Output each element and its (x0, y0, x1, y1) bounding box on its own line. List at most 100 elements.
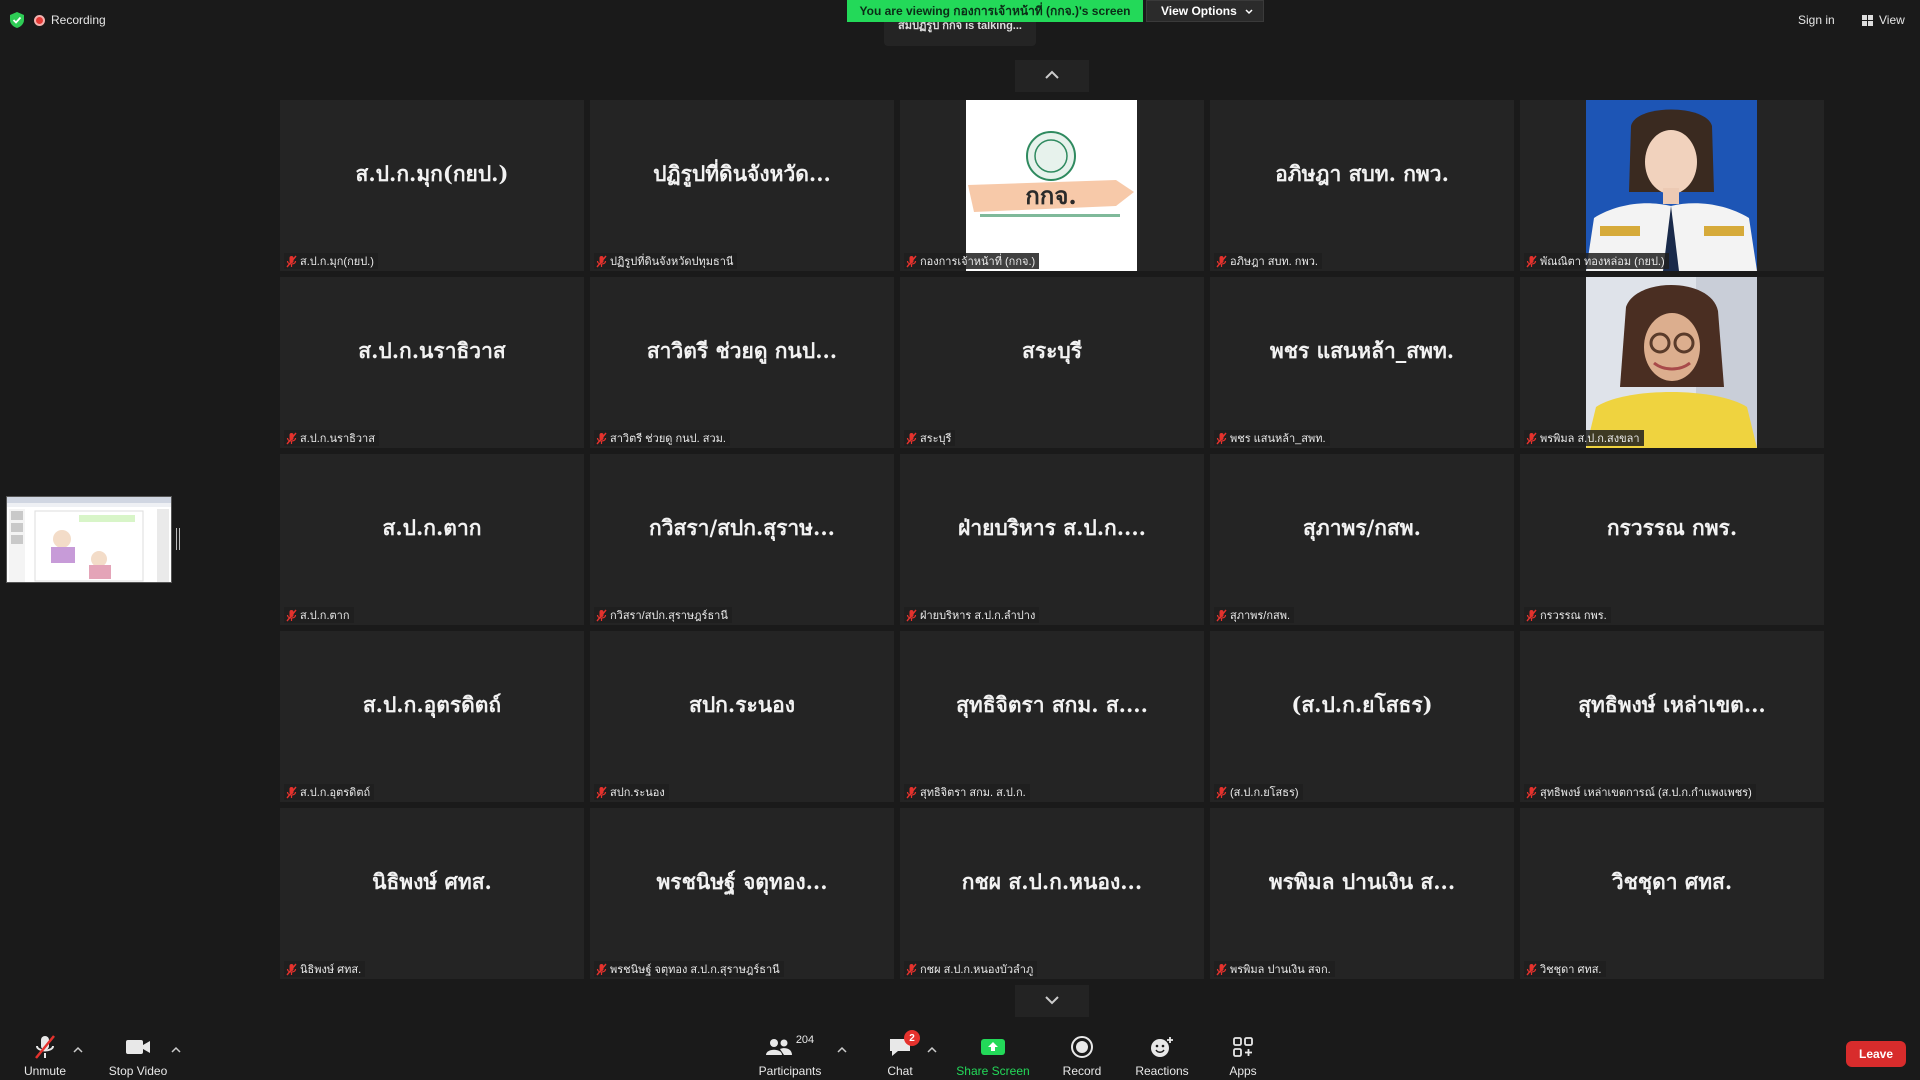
participant-display-name: กชผ ส.ป.ก.หนอง... (961, 869, 1143, 894)
shield-icon[interactable] (10, 12, 24, 28)
participant-tile[interactable]: สุทธิจิตรา สกม. ส.... สุทธิจิตรา สกม. ส.ป… (900, 631, 1204, 802)
participant-tile[interactable]: สระบุรี สระบุรี (900, 277, 1204, 448)
participants-icon-group: 204 (765, 1034, 815, 1060)
participant-tile[interactable]: พัณณิตา ทองหล่อม (กยป.) (1520, 100, 1824, 271)
participant-tile[interactable]: สุทธิพงษ์ เหล่าเขต... สุทธิพงษ์ เหล่าเขตก… (1520, 631, 1824, 802)
participant-name-label: ปฏิรูปที่ดินจังหวัดปทุมธานี (594, 253, 738, 269)
leave-button[interactable]: Leave (1846, 1041, 1906, 1067)
participants-button[interactable]: 204 Participants (756, 1030, 824, 1078)
organization-logo-image: กกจ. (966, 100, 1137, 271)
view-options-button[interactable]: View Options (1146, 0, 1264, 22)
microphone-muted-icon (906, 432, 917, 445)
thumbnail-resize-handle[interactable] (176, 528, 180, 550)
participant-tile[interactable]: ส.ป.ก.ตาก ส.ป.ก.ตาก (280, 454, 584, 625)
stop-video-label: Stop Video (108, 1064, 168, 1078)
participant-display-name: ฝ่ายบริหาร ส.ป.ก.... (958, 515, 1146, 540)
record-button[interactable]: Record (1060, 1030, 1104, 1078)
reactions-button[interactable]: Reactions (1134, 1030, 1190, 1078)
page-down-button[interactable] (1015, 985, 1089, 1017)
participant-tile[interactable]: กวิสรา/สปก.สุราษ... กวิสรา/สปก.สุราษฎร์ธา… (590, 454, 894, 625)
participant-name: พรชนิษฐ์ จตุทอง ส.ป.ก.สุราษฎร์ธานี (610, 964, 780, 976)
view-button[interactable]: View (1862, 10, 1905, 30)
microphone-muted-icon (33, 1034, 57, 1060)
sign-in-label: Sign in (1798, 13, 1835, 27)
participant-tile[interactable]: พรชนิษฐ์ จตุทอง... พรชนิษฐ์ จตุทอง ส.ป.ก.… (590, 808, 894, 979)
participant-tile[interactable]: พชร แสนหล้า_สพท. พชร แสนหล้า_สพท. (1210, 277, 1514, 448)
participant-tile[interactable]: ปฏิรูปที่ดินจังหวัด... ปฏิรูปที่ดินจังหวั… (590, 100, 894, 271)
stop-video-button[interactable]: Stop Video (106, 1030, 170, 1078)
microphone-muted-icon (286, 432, 297, 445)
participants-options-caret[interactable] (836, 1040, 848, 1053)
chevron-up-icon (837, 1040, 847, 1053)
participant-display-name: ส.ป.ก.อุตรดิตถ์ (362, 692, 502, 717)
participant-name-label: พรพิมล ปานเงิน สจก. (1214, 961, 1335, 977)
view-options-label: View Options (1161, 4, 1237, 18)
participant-name-label: ส.ป.ก.มุก(กยป.) (284, 253, 378, 269)
viewing-banner-text: You are viewing กองการเจ้าหน้าที่ (กกจ.)… (859, 3, 1131, 18)
participant-display-name: สปก.ระนอง (689, 692, 795, 717)
participant-tile[interactable]: กรวรรณ กพร. กรวรรณ กพร. (1520, 454, 1824, 625)
participant-tile[interactable]: นิธิพงษ์ ศทส. นิธิพงษ์ ศทส. (280, 808, 584, 979)
unmute-button[interactable]: Unmute (18, 1030, 72, 1078)
apps-button[interactable]: Apps (1226, 1030, 1260, 1078)
participant-name: กวิสรา/สปก.สุราษฎร์ธานี (610, 610, 728, 622)
video-options-caret[interactable] (170, 1040, 182, 1053)
participant-name: ส.ป.ก.ตาก (300, 610, 350, 622)
participant-tile[interactable]: ส.ป.ก.นราธิวาส ส.ป.ก.นราธิวาส (280, 277, 584, 448)
chat-button[interactable]: 2 Chat (880, 1030, 920, 1078)
participant-name: ส.ป.ก.นราธิวาส (300, 433, 375, 445)
chat-options-caret[interactable] (926, 1040, 938, 1053)
participant-name: ฝ่ายบริหาร ส.ป.ก.ลำปาง (920, 610, 1036, 622)
participant-tile[interactable]: กกจ. กองการเจ้าหน้าที่ (กกจ.) (900, 100, 1204, 271)
chevron-down-icon (1245, 4, 1253, 18)
participant-display-name: สระบุรี (1022, 338, 1082, 363)
participant-tile[interactable]: ส.ป.ก.อุตรดิตถ์ ส.ป.ก.อุตรดิตถ์ (280, 631, 584, 802)
microphone-muted-icon (1216, 432, 1227, 445)
participant-tile[interactable]: สาวิตรี ช่วยดู กนป... สาวิตรี ช่วยดู กนป.… (590, 277, 894, 448)
participant-display-name: อภิษฎา สบท. กพว. (1275, 161, 1449, 186)
shared-screen-thumbnail[interactable] (6, 496, 172, 583)
participant-name-label: ส.ป.ก.ตาก (284, 607, 354, 623)
participant-name-label: สาวิตรี ช่วยดู กนป. สวม. (594, 430, 730, 446)
audio-options-caret[interactable] (72, 1040, 84, 1053)
participant-display-name: กรวรรณ กพร. (1606, 515, 1738, 540)
participant-display-name: (ส.ป.ก.ยโสธร) (1291, 692, 1433, 717)
participant-name-label: พรชนิษฐ์ จตุทอง ส.ป.ก.สุราษฎร์ธานี (594, 961, 784, 977)
participant-tile[interactable]: ส.ป.ก.มุก(กยป.) ส.ป.ก.มุก(กยป.) (280, 100, 584, 271)
participant-tile[interactable]: วิชชุดา ศทส. วิชชุดา ศทส. (1520, 808, 1824, 979)
share-screen-button[interactable]: Share Screen (956, 1030, 1030, 1078)
participant-name: (ส.ป.ก.ยโสธร) (1230, 787, 1299, 799)
participant-display-name: ส.ป.ก.นราธิวาส (358, 338, 506, 363)
sign-in-link[interactable]: Sign in (1798, 10, 1835, 30)
participant-tile[interactable]: กชผ ส.ป.ก.หนอง... กชผ ส.ป.ก.หนองบัวลำภู (900, 808, 1204, 979)
participant-tile[interactable]: อภิษฎา สบท. กพว. อภิษฎา สบท. กพว. (1210, 100, 1514, 271)
participants-count: 204 (795, 1034, 815, 1046)
participant-name-label: สระบุรี (904, 430, 956, 446)
participant-tile[interactable]: ฝ่ายบริหาร ส.ป.ก.... ฝ่ายบริหาร ส.ป.ก.ลำป… (900, 454, 1204, 625)
unmute-label: Unmute (23, 1064, 67, 1078)
participants-label: Participants (758, 1064, 822, 1078)
participant-display-name: สุทธิจิตรา สกม. ส.... (956, 692, 1148, 717)
participants-icon (765, 1039, 792, 1055)
participant-name-label: ส.ป.ก.อุตรดิตถ์ (284, 784, 375, 800)
recording-indicator[interactable]: Recording (34, 13, 106, 27)
participant-display-name: สุทธิพงษ์ เหล่าเขต... (1578, 692, 1766, 717)
participant-tile[interactable]: สุภาพร/กสพ. สุภาพร/กสพ. (1210, 454, 1514, 625)
participant-name: สุภาพร/กสพ. (1230, 610, 1291, 622)
chevron-up-icon (927, 1040, 937, 1053)
page-up-button[interactable] (1015, 60, 1089, 92)
participant-name: พรพิมล ส.ป.ก.สงขลา (1540, 433, 1640, 445)
microphone-muted-icon (596, 786, 607, 799)
participant-name: สระบุรี (920, 433, 952, 445)
participant-name-label: นิธิพงษ์ ศทส. (284, 961, 366, 977)
participant-tile[interactable]: สปก.ระนอง สปก.ระนอง (590, 631, 894, 802)
participant-tile[interactable]: พรพิมล ส.ป.ก.สงขลา (1520, 277, 1824, 448)
participant-display-name: วิชชุดา ศทส. (1611, 869, 1733, 894)
participant-tile[interactable]: พรพิมล ปานเงิน ส... พรพิมล ปานเงิน สจก. (1210, 808, 1514, 979)
participant-name-label: สุทธิจิตรา สกม. ส.ป.ก. (904, 784, 1030, 800)
chat-label: Chat (887, 1064, 913, 1078)
participant-tile[interactable]: (ส.ป.ก.ยโสธร) (ส.ป.ก.ยโสธร) (1210, 631, 1514, 802)
apps-icon (1232, 1034, 1254, 1060)
participant-name: ส.ป.ก.มุก(กยป.) (300, 256, 374, 268)
participant-photo (1586, 277, 1757, 448)
